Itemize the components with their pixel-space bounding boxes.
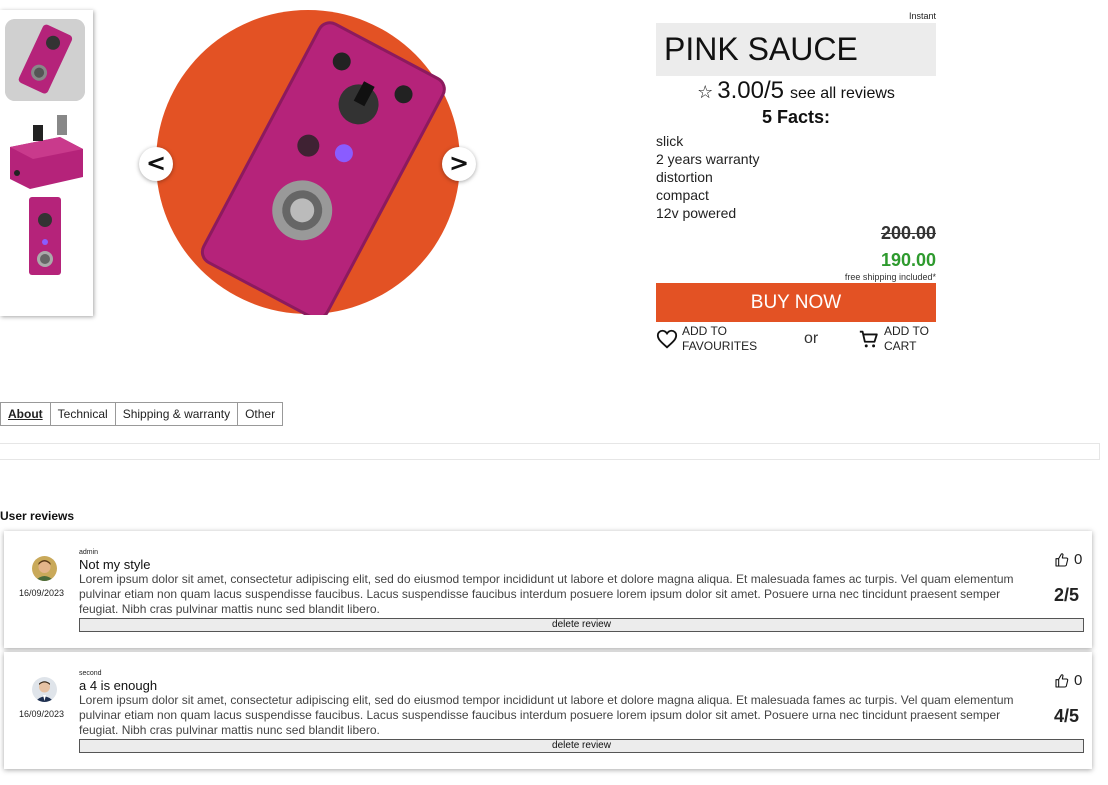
review-date: 16/09/2023 [19,588,65,598]
see-all-reviews-link[interactable]: see all reviews [790,85,895,102]
pedal-angled-icon [5,19,85,101]
rating-line: ☆ 3.00/5 see all reviews [656,77,936,105]
fact-item: 2 years warranty [656,151,760,167]
review-card: 16/09/2023 second a 4 is enough Lorem ip… [4,652,1092,769]
cart-icon [859,330,878,348]
thumbs-up-icon [1055,673,1069,688]
review-score: 2/5 [1054,585,1080,605]
review-score: 4/5 [1054,706,1080,726]
like-button[interactable]: 0 [1054,672,1082,689]
shipping-note: free shipping included* [844,272,936,282]
review-card: 16/09/2023 admin Not my style Lorem ipsu… [4,531,1092,648]
pedal-side-icon [10,115,83,189]
buy-now-button[interactable]: BUY NOW [656,283,936,322]
review-body: Lorem ipsum dolor sit amet, consectetur … [79,693,1014,737]
review-date: 16/09/2023 [19,709,65,719]
add-to-cart-button[interactable]: ADD TO CART [858,324,939,354]
tab-shipping-warranty[interactable]: Shipping & warranty [114,402,239,426]
next-image-button[interactable]: > [442,147,476,181]
heart-icon [656,329,678,349]
fact-item: distortion [656,169,713,185]
facts-list: slick 2 years warranty distortion compac… [656,132,759,222]
thumbnail-pedal-top[interactable] [5,195,85,277]
fact-item: compact [656,187,709,203]
review-body: Lorem ipsum dolor sit amet, consectetur … [79,572,1014,616]
new-price: 190.00 [880,250,936,270]
previous-image-button[interactable]: < [139,147,173,181]
product-title: PINK SAUCE [656,23,936,76]
like-button[interactable]: 0 [1054,551,1082,568]
user-avatar-icon [32,556,57,581]
like-count: 0 [1074,551,1083,568]
instant-badge: Instant [908,11,936,21]
thumbnail-pedal-side[interactable] [5,107,85,189]
delete-review-button[interactable]: delete review [79,739,1084,753]
add-to-cart-label: ADD TO CART [884,324,929,353]
pedal-top-icon [29,197,61,275]
pedal-main-icon [156,10,460,320]
fact-item: 12v powered [656,205,737,221]
fact-item: slick [656,133,684,149]
or-label: or [804,330,819,347]
review-username: admin [79,549,99,556]
avatar [32,556,57,581]
delete-review-button[interactable]: delete review [79,618,1084,632]
review-title: Not my style [79,557,151,572]
review-title: a 4 is enough [79,678,158,693]
add-to-favourites-label: ADD TO FAVOURITES [682,324,758,353]
old-price: 200.00 [880,223,936,243]
avatar [32,677,57,702]
product-image [156,10,461,320]
info-tabs: About Technical Shipping & warranty Othe… [0,402,284,426]
tab-technical[interactable]: Technical [49,402,116,426]
tab-about[interactable]: About [0,402,51,426]
add-to-favourites-button[interactable]: ADD TO FAVOURITES [656,324,767,354]
tab-other[interactable]: Other [237,402,284,426]
star-icon: ☆ [697,82,714,103]
user-avatar-icon [32,677,57,702]
facts-title: 5 Facts: [761,107,831,127]
tab-content-panel [0,443,1100,460]
thumbnail-pedal-angled[interactable] [5,19,85,101]
rating-score: 3.00/5 [717,77,784,104]
thumbnail-strip [0,10,93,316]
reviews-title: User reviews [0,509,75,523]
like-count: 0 [1074,672,1083,689]
review-username: second [79,670,102,677]
thumbs-up-icon [1055,552,1069,567]
